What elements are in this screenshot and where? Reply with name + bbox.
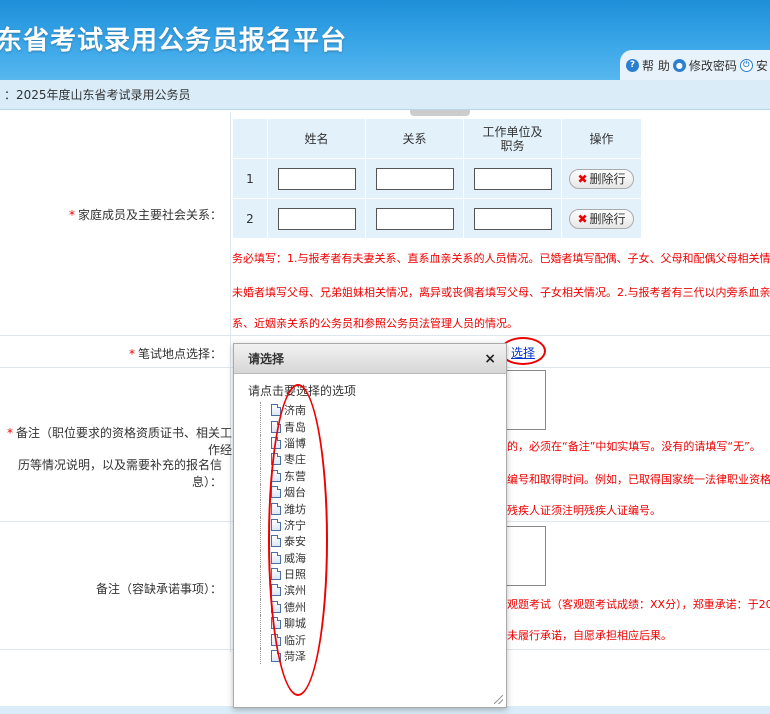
popup-header: 请选择 × — [234, 344, 506, 374]
relation-input[interactable] — [375, 207, 454, 230]
row-number: 1 — [232, 158, 268, 199]
delete-row-button[interactable]: ✖ 删除行 — [569, 208, 634, 229]
remarks2-note-2: 未履行承诺，自愿承担相应后果。 — [507, 629, 672, 642]
family-label: * 家庭成员及主要社会关系： — [68, 208, 222, 222]
popup-title: 请选择 — [248, 352, 285, 366]
delete-x-icon: ✖ — [577, 211, 588, 226]
header-banner: 东省考试录用公务员报名平台 ? 帮 助 ● 修改密码 ⏻ 安 — [0, 0, 770, 80]
remarks1-note-3: 残疾人证须注明残疾人证编号。 — [507, 504, 661, 517]
logout-link[interactable]: 安 — [756, 57, 768, 74]
header-toolbar: ? 帮 助 ● 修改密码 ⏻ 安 — [620, 50, 770, 80]
power-icon[interactable]: ⏻ — [739, 58, 753, 72]
col-relation: 关系 — [365, 118, 464, 159]
table-row: 1 ✖ 删除行 — [232, 158, 642, 199]
name-input[interactable] — [277, 167, 356, 190]
help-link[interactable]: 帮 助 — [642, 57, 670, 74]
workplace-input[interactable] — [473, 167, 552, 190]
delete-row-button[interactable]: ✖ 删除行 — [569, 168, 634, 189]
row-number: 2 — [232, 198, 268, 239]
workplace-input[interactable] — [473, 207, 552, 230]
site-title: 东省考试录用公务员报名平台 — [0, 26, 348, 56]
user-key-icon[interactable]: ● — [672, 58, 686, 72]
remarks1-note-1: 的，必须在“备注”中如实填写。没有的请填写“无”。 — [507, 440, 761, 453]
remarks1-label-line1: * 备注（职位要求的资格资质证书、相关工作经 — [6, 426, 232, 457]
delete-x-icon: ✖ — [577, 171, 588, 186]
col-workplace: 工作单位及职务 — [463, 118, 562, 159]
col-action: 操作 — [561, 118, 642, 159]
resize-handle-icon[interactable] — [494, 695, 503, 704]
breadcrumb: ：2025年度山东省考试录用公务员 — [0, 80, 770, 110]
change-password-link[interactable]: 修改密码 — [689, 57, 737, 74]
family-note-2: 未婚者填写父母、兄弟姐妹相关情况，离异或丧偶者填写父母、子女相关情况。2.与报考… — [232, 286, 770, 299]
exam-location-label: * 笔试地点选择： — [128, 347, 222, 361]
help-icon[interactable]: ? — [626, 58, 639, 72]
relation-input[interactable] — [375, 167, 454, 190]
family-note-1: 务必填写：1.与报考者有夫妻关系、直系血亲关系的人员情况。已婚者填写配偶、子女、… — [232, 252, 770, 265]
remarks2-label: 备注（容缺承诺事项）： — [95, 582, 222, 596]
table-row: 2 ✖ 删除行 — [232, 198, 642, 239]
col-name: 姓名 — [267, 118, 366, 159]
close-icon[interactable]: × — [484, 344, 496, 374]
family-note-3: 系、近姻亲关系的公务员和参照公务员法管理人员的情况。 — [232, 317, 518, 330]
highlight-ellipse-options — [268, 384, 328, 696]
remarks1-note-2: 编号和取得时间。例如，已取得国家统一法律职业资格（ — [507, 473, 770, 486]
family-table: 姓名 关系 工作单位及职务 操作 1 ✖ 删除行 2 ✖ 删除行 — [232, 118, 642, 239]
remarks1-label-line2: 历等情况说明，以及需要补充的报名信息）： — [17, 458, 222, 489]
name-input[interactable] — [277, 207, 356, 230]
remarks2-note-1: 观题考试（客观题考试成绩：XX分），郑重承诺：于202 — [507, 598, 770, 611]
